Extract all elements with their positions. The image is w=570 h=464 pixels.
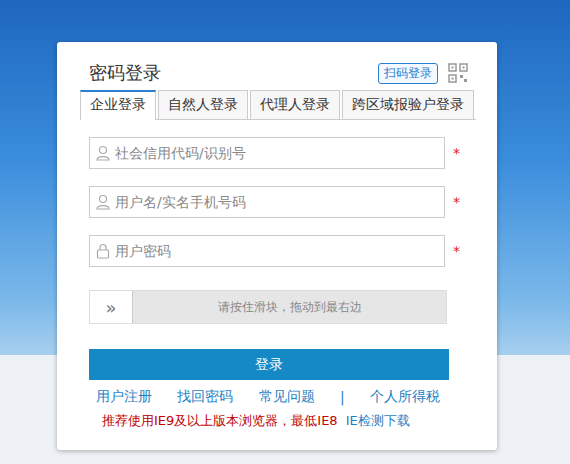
ie-check-link[interactable]: IE检测下载: [346, 413, 410, 428]
link-separator: |: [340, 389, 345, 405]
footer-link[interactable]: 常见问题: [259, 388, 315, 406]
qr-code-icon[interactable]: [448, 63, 468, 83]
slider-hint: 请按住滑块，拖动到最右边: [133, 291, 446, 323]
links-row: 用户注册 找回密码 常见问题 | 个人所得税: [83, 388, 453, 406]
required-mark: *: [453, 194, 460, 210]
input-field[interactable]: [89, 186, 445, 218]
login-form: * * *: [89, 137, 497, 267]
footer-link[interactable]: 用户注册: [96, 388, 152, 406]
slide-captcha: » 请按住滑块，拖动到最右边: [89, 290, 447, 324]
slider-handle[interactable]: »: [90, 291, 133, 323]
user-icon: [96, 194, 110, 210]
field-row: *: [89, 137, 497, 169]
login-tabs: 企业登录自然人登录代理人登录跨区域报验户登录: [80, 90, 476, 120]
login-card: 密码登录 扫码登录 企业登录自然人登录代理人登录跨区域报验户登录 * * * »…: [57, 42, 497, 450]
text-input[interactable]: [115, 189, 438, 215]
required-mark: *: [453, 145, 460, 161]
login-tab[interactable]: 自然人登录: [158, 90, 248, 119]
card-title: 密码登录: [89, 61, 161, 85]
login-tab[interactable]: 代理人登录: [250, 90, 340, 119]
scan-login-badge[interactable]: 扫码登录: [378, 63, 438, 84]
text-input[interactable]: [115, 238, 438, 264]
browser-notice: 推荐使用IE9及以上版本浏览器，最低IE8 IE检测下载: [102, 412, 497, 430]
lock-icon: [96, 243, 110, 259]
login-button[interactable]: 登录: [89, 349, 449, 380]
scan-login[interactable]: 扫码登录: [378, 63, 468, 84]
footer-link[interactable]: 找回密码: [177, 388, 233, 406]
background-photo: 密码登录 扫码登录 企业登录自然人登录代理人登录跨区域报验户登录 * * * »…: [0, 0, 570, 464]
required-mark: *: [453, 243, 460, 259]
field-row: *: [89, 235, 497, 267]
text-input[interactable]: [115, 140, 438, 166]
field-row: *: [89, 186, 497, 218]
card-header: 密码登录 扫码登录: [57, 42, 497, 88]
input-field[interactable]: [89, 235, 445, 267]
input-field[interactable]: [89, 137, 445, 169]
footer-link[interactable]: 个人所得税: [370, 388, 440, 406]
notice-text: 推荐使用IE9及以上版本浏览器，最低IE8: [102, 413, 338, 428]
user-icon: [96, 145, 110, 161]
login-tab[interactable]: 企业登录: [80, 90, 156, 120]
login-tab[interactable]: 跨区域报验户登录: [342, 90, 474, 119]
